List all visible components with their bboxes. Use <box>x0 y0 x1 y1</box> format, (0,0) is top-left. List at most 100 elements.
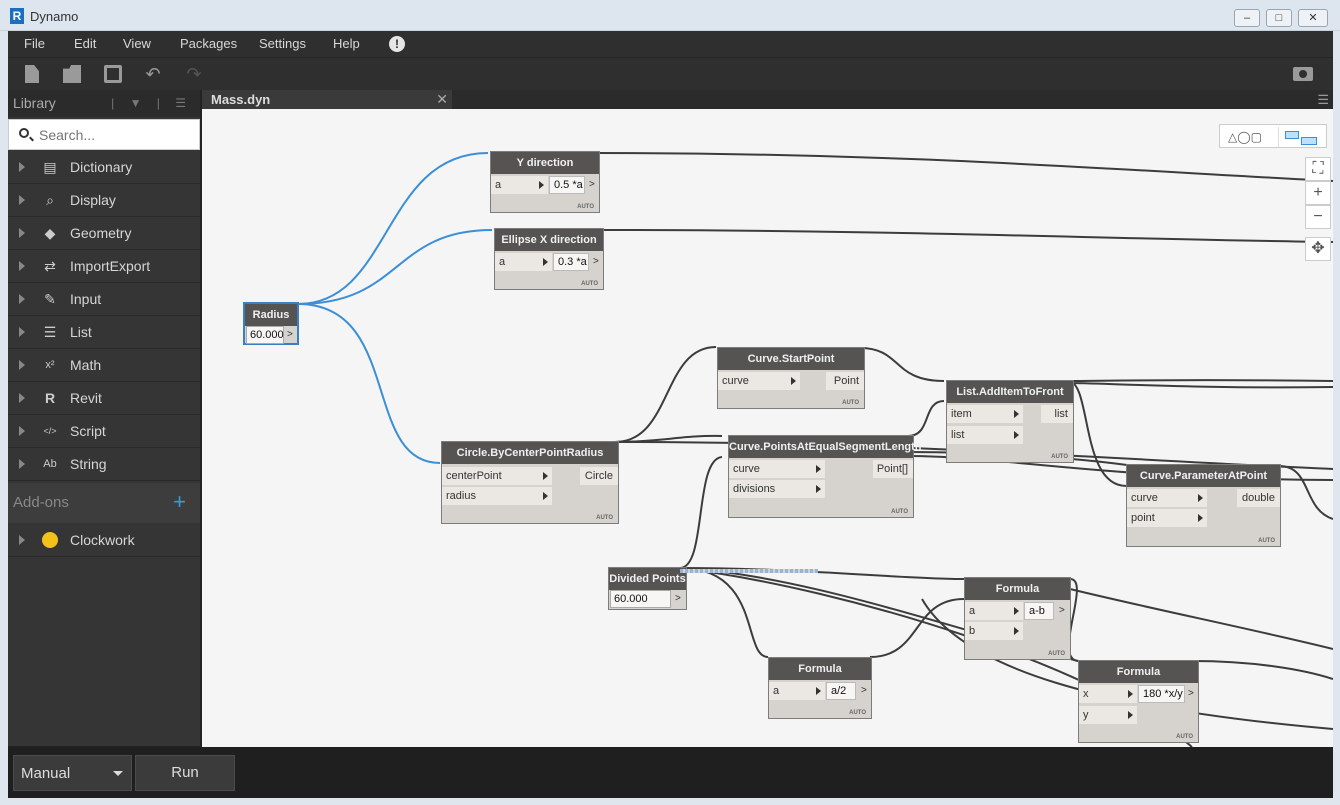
input-port-curve[interactable]: curve <box>729 460 825 478</box>
node-formula-a-div-2[interactable]: Formula a a/2 > AUTO <box>768 657 872 719</box>
library-item-geometry[interactable]: ◆ Geometry <box>8 217 200 250</box>
input-port-point[interactable]: point <box>1127 509 1207 527</box>
input-port-list[interactable]: list <box>947 426 1023 444</box>
expand-arrow-icon[interactable] <box>19 195 25 205</box>
output-port[interactable]: > <box>861 682 867 700</box>
output-port-circle[interactable]: Circle <box>580 467 618 485</box>
node-radius-slider[interactable]: Radius 60.000 > <box>243 302 299 345</box>
tab-menu-icon[interactable]: ☰ <box>1317 92 1329 108</box>
library-item-string[interactable]: Ab String <box>8 448 200 481</box>
expand-arrow-icon[interactable] <box>19 294 25 304</box>
node-ellipse-x-direction[interactable]: Ellipse X direction a 0.3 *a > AUTO <box>494 228 604 290</box>
expand-arrow-icon[interactable] <box>19 327 25 337</box>
number-value[interactable]: 60.000 <box>246 326 284 344</box>
input-port-divisions[interactable]: divisions <box>729 480 825 498</box>
library-item-clockwork[interactable]: Clockwork <box>8 524 200 557</box>
expand-arrow-icon[interactable] <box>19 228 25 238</box>
input-port-a[interactable]: a <box>965 602 1023 620</box>
node-curve-points-at-equal-segment-length[interactable]: Curve.PointsAtEqualSegmentLength curve d… <box>728 435 922 518</box>
new-file-icon[interactable] <box>25 65 39 83</box>
menu-help[interactable]: Help <box>333 36 360 51</box>
close-window-button[interactable]: ✕ <box>1298 9 1328 27</box>
menu-packages[interactable]: Packages <box>180 36 237 51</box>
input-port-b[interactable]: b <box>965 622 1023 640</box>
node-formula-180-x-over-y[interactable]: Formula x y 180 *x/y > AUTO <box>1078 660 1199 743</box>
pan-icon[interactable]: ✥ <box>1305 237 1331 261</box>
view-mode-toggle[interactable]: △◯▢ <box>1219 124 1327 148</box>
node-curve-start-point[interactable]: Curve.StartPoint curve Point AUTO <box>717 347 865 409</box>
input-port-y[interactable]: y <box>1079 706 1137 724</box>
expand-arrow-icon[interactable] <box>19 426 25 436</box>
maximize-button[interactable]: □ <box>1266 9 1292 27</box>
undo-icon[interactable]: ↶ <box>144 65 162 83</box>
expand-arrow-icon[interactable] <box>19 459 25 469</box>
save-icon[interactable] <box>104 65 122 83</box>
library-search-box[interactable] <box>8 119 200 150</box>
input-port-radius[interactable]: radius <box>442 487 552 505</box>
formula-expression[interactable]: a-b <box>1024 602 1054 620</box>
library-filter-icon[interactable]: | ▼ | ☰ <box>111 96 192 110</box>
output-port-point[interactable]: Point <box>826 372 864 390</box>
library-search-input[interactable] <box>39 125 189 145</box>
expand-arrow-icon[interactable] <box>19 261 25 271</box>
input-port-x[interactable]: x <box>1079 685 1137 703</box>
node-formula-a-minus-b[interactable]: Formula a b a-b > AUTO <box>964 577 1071 660</box>
library-item-list[interactable]: ☰ List <box>8 316 200 349</box>
output-port-list[interactable]: list <box>1041 405 1073 423</box>
output-port-double[interactable]: double <box>1237 489 1280 507</box>
expand-arrow-icon[interactable] <box>19 360 25 370</box>
input-port-centerpoint[interactable]: centerPoint <box>442 467 552 485</box>
output-port[interactable]: > <box>593 253 599 271</box>
library-item-dictionary[interactable]: ▤ Dictionary <box>8 151 200 184</box>
output-port[interactable]: > <box>675 590 681 608</box>
open-folder-icon[interactable] <box>63 65 81 83</box>
input-port-a[interactable]: a <box>769 682 825 700</box>
run-mode-dropdown[interactable]: Manual <box>13 755 132 791</box>
minimize-button[interactable]: – <box>1234 9 1260 27</box>
run-button[interactable]: Run <box>135 755 235 791</box>
output-port-points[interactable]: Point[] <box>873 460 913 478</box>
library-item-display[interactable]: ⌕ Display <box>8 184 200 217</box>
redo-icon[interactable]: ↷ <box>185 65 203 83</box>
formula-expression[interactable]: a/2 <box>826 682 856 700</box>
library-item-math[interactable]: x² Math <box>8 349 200 382</box>
output-port[interactable]: > <box>589 176 595 194</box>
output-port[interactable]: > <box>1188 685 1194 703</box>
geometry-view-icon[interactable]: △◯▢ <box>1228 130 1262 144</box>
input-port-curve[interactable]: curve <box>1127 489 1207 507</box>
menu-file[interactable]: File <box>24 36 45 51</box>
graph-canvas[interactable]: Y direction a 0.5 *a > AUTO Ellipse X di… <box>202 109 1333 747</box>
expand-arrow-icon[interactable] <box>19 393 25 403</box>
code-block-expression[interactable]: 0.3 *a <box>553 253 589 271</box>
graph-view-icon[interactable] <box>1278 127 1322 147</box>
number-value[interactable]: 60.000 <box>610 590 671 608</box>
formula-expression[interactable]: 180 *x/y <box>1138 685 1185 703</box>
close-tab-icon[interactable]: ✕ <box>436 91 448 108</box>
library-item-script[interactable]: </> Script <box>8 415 200 448</box>
library-item-input[interactable]: ✎ Input <box>8 283 200 316</box>
expand-arrow-icon[interactable] <box>19 535 25 545</box>
expand-arrow-icon[interactable] <box>19 162 25 172</box>
menu-settings[interactable]: Settings <box>259 36 306 51</box>
notification-alert-icon[interactable]: ! <box>389 36 405 52</box>
zoom-out-icon[interactable]: − <box>1305 205 1331 229</box>
output-port[interactable]: > <box>287 326 293 344</box>
node-curve-parameter-at-point[interactable]: Curve.ParameterAtPoint curve point doubl… <box>1126 464 1281 547</box>
zoom-fit-icon[interactable]: ⛶ <box>1305 157 1331 181</box>
input-port-a[interactable]: a <box>491 176 548 194</box>
menu-view[interactable]: View <box>123 36 151 51</box>
input-port-curve[interactable]: curve <box>718 372 800 390</box>
library-item-revit[interactable]: R Revit <box>8 382 200 415</box>
menu-edit[interactable]: Edit <box>74 36 96 51</box>
camera-screenshot-icon[interactable] <box>1293 67 1313 81</box>
add-package-plus-icon[interactable]: + <box>173 489 186 515</box>
node-divided-points[interactable]: Divided Points 60.000 > <box>608 567 687 610</box>
tab-mass-dyn[interactable]: Mass.dyn ✕ <box>202 90 452 109</box>
node-circle-by-center-point-radius[interactable]: Circle.ByCenterPointRadius centerPoint r… <box>441 441 619 524</box>
zoom-in-icon[interactable]: + <box>1305 181 1331 205</box>
output-port[interactable]: > <box>1059 602 1065 620</box>
node-y-direction[interactable]: Y direction a 0.5 *a > AUTO <box>490 151 600 213</box>
node-list-add-item-to-front[interactable]: List.AddItemToFront item list list AUTO <box>946 380 1074 463</box>
input-port-item[interactable]: item <box>947 405 1023 423</box>
input-port-a[interactable]: a <box>495 253 552 271</box>
